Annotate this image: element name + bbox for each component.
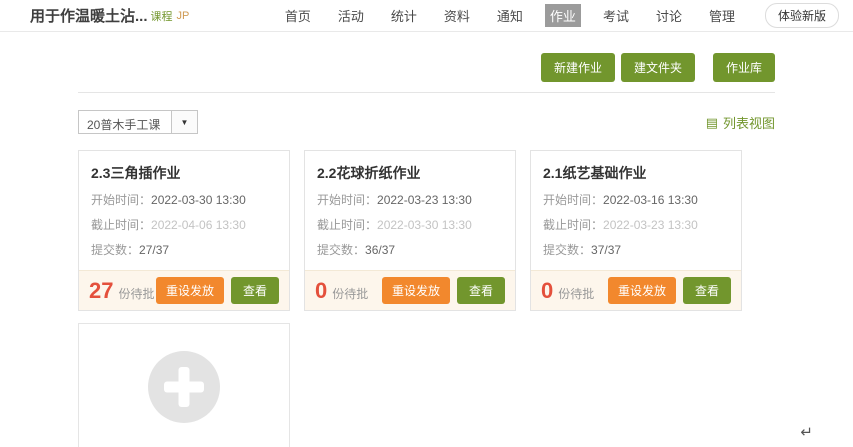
nav-item-materials[interactable]: 资料 bbox=[439, 4, 475, 27]
submission-row: 提交数：27/37 bbox=[91, 241, 277, 258]
pending-count: 0 bbox=[315, 280, 327, 302]
header: 用于作温暖土沾... 课程 JP 首页 活动 统计 资料 通知 作业 考试 讨论… bbox=[0, 0, 853, 32]
filter-row: 20普木手工课 ▼ ▤ 列表视图 bbox=[78, 110, 775, 134]
nav-item-activity[interactable]: 活动 bbox=[333, 4, 369, 27]
list-view-label: 列表视图 bbox=[723, 113, 775, 132]
nav-item-home[interactable]: 首页 bbox=[280, 4, 316, 27]
list-view-icon: ▤ bbox=[706, 116, 718, 129]
start-time-label: 开始时间： bbox=[317, 193, 377, 207]
assignment-title: 2.1纸艺基础作业 bbox=[543, 163, 729, 183]
pending-count: 0 bbox=[541, 280, 553, 302]
end-time-row: 截止时间：2022-03-30 13:30 bbox=[317, 216, 503, 233]
end-time-label: 截止时间： bbox=[91, 218, 151, 232]
card-footer: 0 份待批 重设发放 查看 bbox=[305, 270, 515, 310]
pending-label: 份待批 bbox=[332, 285, 368, 302]
card-body: 2.1纸艺基础作业 开始时间：2022-03-16 13:30 截止时间：202… bbox=[531, 151, 741, 270]
pending-count: 27 bbox=[89, 280, 113, 302]
add-card-row bbox=[78, 323, 775, 447]
reset-distribution-button[interactable]: 重设发放 bbox=[608, 277, 676, 304]
plus-icon[interactable] bbox=[148, 351, 220, 423]
submission-label: 提交数： bbox=[91, 243, 139, 257]
end-time-row: 截止时间：2022-03-23 13:30 bbox=[543, 216, 729, 233]
submission-label: 提交数： bbox=[317, 243, 365, 257]
return-glyph: ↵ bbox=[800, 423, 813, 441]
end-time-label: 截止时间： bbox=[317, 218, 377, 232]
reset-distribution-button[interactable]: 重设发放 bbox=[156, 277, 224, 304]
end-time-value: 2022-03-23 13:30 bbox=[603, 218, 698, 232]
divider bbox=[78, 92, 775, 93]
assignment-card: 2.2花球折纸作业 开始时间：2022-03-23 13:30 截止时间：202… bbox=[304, 150, 516, 311]
view-button[interactable]: 查看 bbox=[457, 277, 505, 304]
view-button[interactable]: 查看 bbox=[231, 277, 279, 304]
submission-row: 提交数：36/37 bbox=[317, 241, 503, 258]
card-actions: 重设发放 查看 bbox=[382, 277, 505, 304]
submission-count: 37/37 bbox=[591, 243, 621, 257]
submission-label: 提交数： bbox=[543, 243, 591, 257]
submission-count: 27/37 bbox=[139, 243, 169, 257]
new-folder-button[interactable]: 建文件夹 bbox=[621, 53, 695, 82]
nav-item-statistics[interactable]: 统计 bbox=[386, 4, 422, 27]
card-body: 2.3三角插作业 开始时间：2022-03-30 13:30 截止时间：2022… bbox=[79, 151, 289, 270]
card-body: 2.2花球折纸作业 开始时间：2022-03-23 13:30 截止时间：202… bbox=[305, 151, 515, 270]
end-time-value: 2022-04-06 13:30 bbox=[151, 218, 246, 232]
pending-label: 份待批 bbox=[558, 285, 594, 302]
assignment-title: 2.2花球折纸作业 bbox=[317, 163, 503, 183]
card-footer: 27 份待批 重设发放 查看 bbox=[79, 270, 289, 310]
nav-item-management[interactable]: 管理 bbox=[704, 4, 740, 27]
add-assignment-card[interactable] bbox=[78, 323, 290, 447]
new-assignment-button[interactable]: 新建作业 bbox=[541, 53, 615, 82]
start-time-label: 开始时间： bbox=[91, 193, 151, 207]
start-time-row: 开始时间：2022-03-23 13:30 bbox=[317, 191, 503, 208]
end-time-row: 截止时间：2022-04-06 13:30 bbox=[91, 216, 277, 233]
card-actions: 重设发放 查看 bbox=[156, 277, 279, 304]
assignment-cards: 2.3三角插作业 开始时间：2022-03-30 13:30 截止时间：2022… bbox=[78, 150, 775, 311]
course-badge: 课程 bbox=[151, 8, 173, 24]
view-button[interactable]: 查看 bbox=[683, 277, 731, 304]
assignment-card: 2.3三角插作业 开始时间：2022-03-30 13:30 截止时间：2022… bbox=[78, 150, 290, 311]
nav-item-assignments[interactable]: 作业 bbox=[545, 4, 581, 27]
reset-distribution-button[interactable]: 重设发放 bbox=[382, 277, 450, 304]
top-nav: 首页 活动 统计 资料 通知 作业 考试 讨论 管理 体验新版 bbox=[280, 3, 843, 28]
course-title: 用于作温暖土沾... bbox=[30, 5, 148, 26]
submission-count: 36/37 bbox=[365, 243, 395, 257]
course-badge-extra: JP bbox=[177, 10, 190, 22]
start-time-value: 2022-03-23 13:30 bbox=[377, 193, 472, 207]
end-time-value: 2022-03-30 13:30 bbox=[377, 218, 472, 232]
assignment-library-button[interactable]: 作业库 bbox=[713, 53, 775, 82]
try-new-version-button[interactable]: 体验新版 bbox=[765, 3, 839, 28]
start-time-row: 开始时间：2022-03-30 13:30 bbox=[91, 191, 277, 208]
toolbar: 新建作业 建文件夹 作业库 bbox=[78, 53, 775, 82]
class-select-dropdown[interactable]: 20普木手工课 ▼ bbox=[78, 110, 198, 134]
class-select-value: 20普木手工课 bbox=[79, 111, 171, 133]
nav-item-discussion[interactable]: 讨论 bbox=[651, 4, 687, 27]
start-time-value: 2022-03-16 13:30 bbox=[603, 193, 698, 207]
main-content: 新建作业 建文件夹 作业库 20普木手工课 ▼ ▤ 列表视图 2.3三角插作业 … bbox=[0, 53, 853, 447]
end-time-label: 截止时间： bbox=[543, 218, 603, 232]
assignment-title: 2.3三角插作业 bbox=[91, 163, 277, 183]
start-time-label: 开始时间： bbox=[543, 193, 603, 207]
assignment-card: 2.1纸艺基础作业 开始时间：2022-03-16 13:30 截止时间：202… bbox=[530, 150, 742, 311]
submission-row: 提交数：37/37 bbox=[543, 241, 729, 258]
card-actions: 重设发放 查看 bbox=[608, 277, 731, 304]
chevron-down-icon[interactable]: ▼ bbox=[171, 111, 197, 133]
list-view-toggle[interactable]: ▤ 列表视图 bbox=[706, 113, 775, 132]
card-footer: 0 份待批 重设发放 查看 bbox=[531, 270, 741, 310]
start-time-row: 开始时间：2022-03-16 13:30 bbox=[543, 191, 729, 208]
nav-item-exams[interactable]: 考试 bbox=[598, 4, 634, 27]
pending-label: 份待批 bbox=[118, 285, 154, 302]
nav-item-notifications[interactable]: 通知 bbox=[492, 4, 528, 27]
start-time-value: 2022-03-30 13:30 bbox=[151, 193, 246, 207]
